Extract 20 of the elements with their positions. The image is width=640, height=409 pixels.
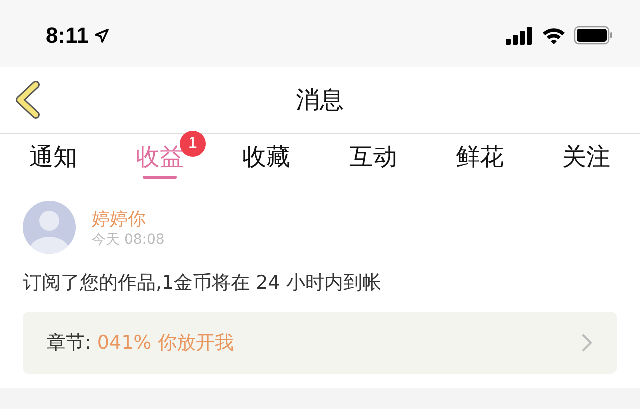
page-title: 消息: [296, 85, 344, 116]
back-icon[interactable]: [14, 81, 42, 119]
chapter-link[interactable]: 章节: 041% 你放开我: [23, 312, 617, 374]
tab[interactable]: 关注: [562, 142, 611, 172]
tab-underline: [143, 176, 177, 179]
tab[interactable]: 鲜花: [456, 142, 504, 172]
signal-icon: [506, 26, 534, 44]
tab[interactable]: 收藏: [242, 142, 291, 172]
message-time: 今天 08:08: [92, 230, 165, 248]
battery-icon: [574, 26, 614, 45]
tab[interactable]: 通知: [29, 142, 78, 172]
chevron-right-icon: [581, 333, 593, 353]
status-time: 8:11: [46, 22, 89, 48]
tab[interactable]: 互动: [349, 142, 398, 172]
chapter-label: 章节:: [47, 331, 92, 356]
count-badge: 1: [180, 131, 206, 157]
location-icon: [94, 28, 109, 42]
chapter-title: 041% 你放开我: [97, 331, 235, 356]
wifi-icon: [542, 26, 566, 44]
message-text: 订阅了您的作品,1金币将在 24 小时内到帐: [23, 271, 382, 296]
